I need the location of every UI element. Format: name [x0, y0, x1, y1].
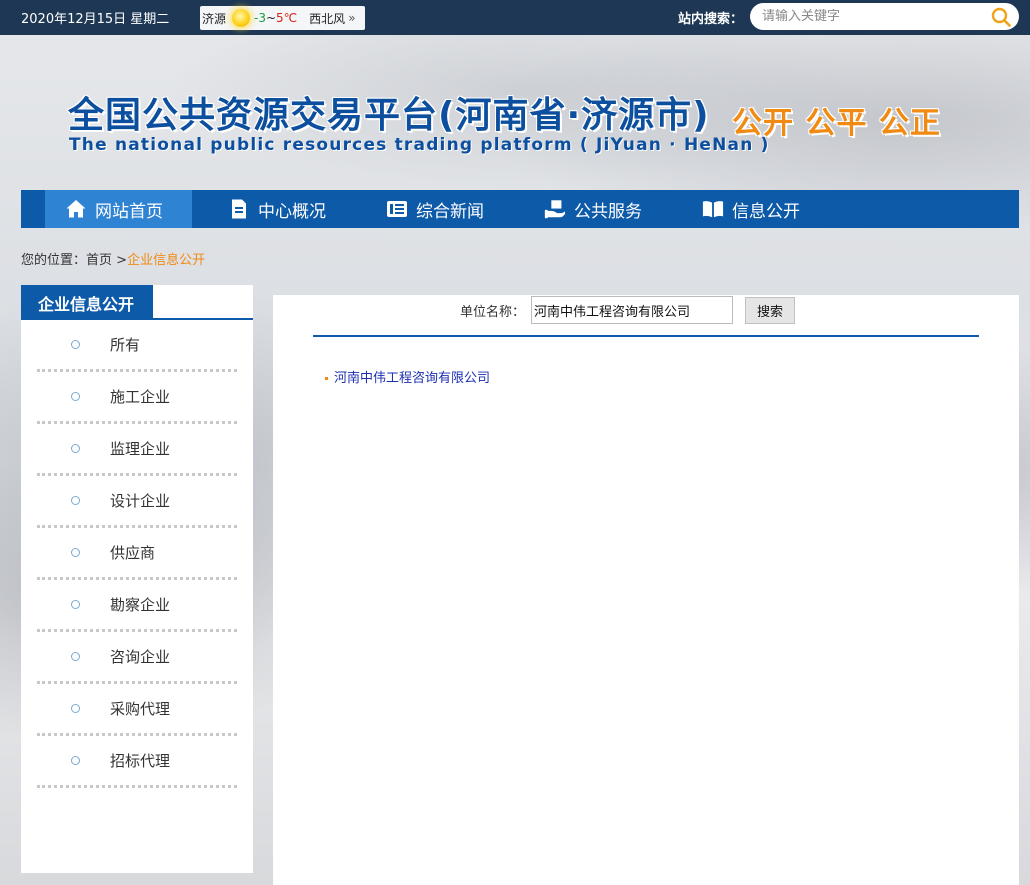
- nav-item-label: 信息公开: [732, 201, 800, 222]
- category-item-tender-agent[interactable]: 招标代理: [37, 736, 237, 788]
- category-label: 招标代理: [110, 752, 171, 770]
- category-label: 施工企业: [110, 388, 171, 406]
- category-label: 采购代理: [110, 700, 171, 718]
- category-item-construction[interactable]: 施工企业: [37, 372, 237, 424]
- company-name-label: 单位名称：: [460, 304, 526, 320]
- platform-title: 全国公共资源交易平台(河南省·济源市): [68, 95, 710, 136]
- circle-bullet-icon: [71, 340, 80, 349]
- site-search: [750, 3, 1019, 30]
- company-name-input[interactable]: [531, 296, 734, 324]
- breadcrumb-prefix: 您的位置：: [21, 253, 87, 268]
- list-item: 河南中伟工程咨询有限公司: [325, 367, 490, 386]
- wind-direction: 西北风: [309, 11, 346, 26]
- weather-widget[interactable]: 济源 -3 ~ 5℃ 西北风 »: [200, 6, 365, 30]
- category-label: 设计企业: [110, 492, 171, 510]
- company-link[interactable]: 河南中伟工程咨询有限公司: [334, 367, 490, 386]
- square-bullet-icon: [325, 377, 328, 380]
- circle-bullet-icon: [71, 496, 80, 505]
- circle-bullet-icon: [71, 600, 80, 609]
- circle-bullet-icon: [71, 392, 80, 401]
- nav-item-service[interactable]: 公共服务: [544, 190, 642, 228]
- news-icon: [387, 201, 407, 217]
- category-label: 所有: [110, 336, 141, 354]
- circle-bullet-icon: [71, 704, 80, 713]
- site-search-input[interactable]: [762, 9, 982, 24]
- site-search-label: 站内搜索：: [678, 12, 744, 27]
- category-label: 供应商: [110, 544, 156, 562]
- category-item-supervision[interactable]: 监理企业: [37, 424, 237, 476]
- document-icon: [232, 199, 246, 219]
- nav-item-news[interactable]: 综合新闻: [386, 190, 484, 228]
- search-icon[interactable]: [991, 7, 1011, 27]
- nav-item-label: 综合新闻: [416, 201, 484, 222]
- divider: [313, 335, 979, 337]
- nav-item-label: 中心概况: [258, 201, 326, 222]
- top-bar: 2020年12月15日 星期二 济源 -3 ~ 5℃ 西北风 » 站内搜索：: [0, 0, 1030, 35]
- book-icon: [702, 201, 724, 218]
- category-label: 咨询企业: [110, 648, 171, 666]
- nav-item-home[interactable]: 网站首页: [45, 190, 192, 228]
- nav-item-label: 网站首页: [95, 201, 163, 222]
- circle-bullet-icon: [71, 444, 80, 453]
- category-list: 所有 施工企业 监理企业 设计企业 供应商 勘察企业 咨询企业 采购代理 招标代…: [21, 320, 253, 788]
- category-label: 监理企业: [110, 440, 171, 458]
- temp-high: 5℃: [276, 11, 298, 25]
- breadcrumb: 您的位置：首页 >企业信息公开: [21, 249, 205, 268]
- nav-item-disclosure[interactable]: 信息公开: [702, 190, 800, 228]
- main-nav: 网站首页 中心概况 综合新闻 公共服务 信息公开: [21, 190, 1019, 228]
- sidebar-title: 企业信息公开: [21, 285, 153, 320]
- breadcrumb-current: 企业信息公开: [127, 253, 206, 268]
- sidebar-header: 企业信息公开: [21, 285, 253, 320]
- category-item-all[interactable]: 所有: [37, 320, 237, 372]
- category-item-procurement-agent[interactable]: 采购代理: [37, 684, 237, 736]
- service-icon: [544, 200, 566, 219]
- circle-bullet-icon: [71, 756, 80, 765]
- category-item-consulting[interactable]: 咨询企业: [37, 632, 237, 684]
- sun-icon: [232, 9, 251, 27]
- current-date: 2020年12月15日 星期二: [21, 12, 170, 27]
- platform-subtitle: The national public resources trading pl…: [69, 135, 770, 155]
- category-item-supplier[interactable]: 供应商: [37, 528, 237, 580]
- main-panel: 单位名称： 搜索 河南中伟工程咨询有限公司: [273, 295, 1019, 885]
- home-icon: [66, 200, 86, 218]
- company-filter: 单位名称： 搜索: [460, 296, 796, 324]
- sidebar: 企业信息公开 所有 施工企业 监理企业 设计企业 供应商 勘察企业 咨询企业 采…: [21, 285, 253, 873]
- nav-item-label: 公共服务: [574, 201, 642, 222]
- circle-bullet-icon: [71, 652, 80, 661]
- breadcrumb-home-link[interactable]: 首页: [86, 253, 112, 268]
- search-button[interactable]: 搜索: [745, 296, 796, 324]
- temp-low: -3: [254, 11, 266, 25]
- weather-city: 济源: [202, 11, 227, 26]
- category-item-survey[interactable]: 勘察企业: [37, 580, 237, 632]
- category-label: 勘察企业: [110, 596, 171, 614]
- category-item-design[interactable]: 设计企业: [37, 476, 237, 528]
- double-chevron-right-icon[interactable]: »: [348, 11, 355, 25]
- temp-separator: ~: [265, 11, 277, 25]
- nav-item-overview[interactable]: 中心概况: [228, 190, 326, 228]
- breadcrumb-separator: >: [112, 253, 128, 268]
- circle-bullet-icon: [71, 548, 80, 557]
